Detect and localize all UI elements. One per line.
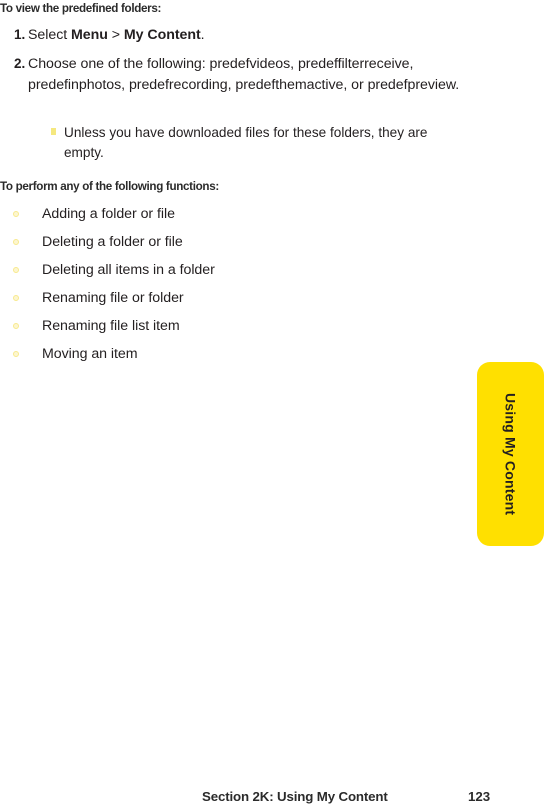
- document-page: To view the predefined folders: 1. Selec…: [0, 0, 544, 810]
- function-bullet-list: Adding a folder or file Deleting a folde…: [0, 200, 330, 368]
- list-item: Deleting all items in a folder: [0, 256, 330, 284]
- step-emphasis-my-content: My Content: [123, 27, 201, 43]
- step-text-separator: >: [107, 27, 124, 43]
- circle-bullet-icon: [0, 239, 42, 245]
- note-square-bullet-icon: [42, 123, 64, 143]
- list-item: Deleting a folder or file: [0, 228, 330, 256]
- step-text-end: .: [200, 27, 205, 43]
- note-square-glyph: [51, 127, 56, 135]
- circle-bullet-glyph: [13, 211, 19, 217]
- circle-bullet-icon: [0, 211, 42, 217]
- ordered-step-1: 1. Select Menu > My Content.: [0, 25, 470, 46]
- circle-bullet-glyph: [13, 351, 19, 357]
- section-side-tab: Using My Content: [477, 362, 544, 546]
- step-emphasis-menu: Menu: [71, 27, 108, 43]
- section-side-tab-label: Using My Content: [502, 392, 519, 516]
- step-text-part: Select: [28, 27, 72, 43]
- list-item-label: Moving an item: [42, 346, 138, 362]
- circle-bullet-glyph: [13, 295, 19, 301]
- circle-bullet-icon: [0, 295, 42, 301]
- list-item-label: Deleting all items in a folder: [42, 262, 215, 278]
- step-subnote: Unless you have downloaded files for the…: [42, 123, 462, 162]
- heading-perform-functions: To perform any of the following function…: [0, 179, 219, 193]
- step-text: Choose one of the following: predefvideo…: [28, 56, 460, 93]
- step-text: Select Menu > My Content.: [28, 25, 470, 46]
- list-item: Adding a folder or file: [0, 200, 330, 228]
- list-item: Moving an item: [0, 340, 330, 368]
- list-item: Renaming file list item: [0, 312, 330, 340]
- circle-bullet-icon: [0, 267, 42, 273]
- circle-bullet-glyph: [13, 239, 19, 245]
- step-number: 2.: [14, 56, 26, 71]
- footer-page-number: 123: [468, 789, 491, 804]
- list-item-label: Renaming file list item: [42, 318, 180, 334]
- footer-section-title: Section 2K: Using My Content: [202, 789, 388, 804]
- circle-bullet-icon: [0, 323, 42, 329]
- subnote-text: Unless you have downloaded files for the…: [64, 125, 428, 160]
- list-item-label: Adding a folder or file: [42, 206, 175, 222]
- list-item-label: Renaming file or folder: [42, 290, 184, 306]
- step-number: 1.: [14, 27, 26, 42]
- heading-view-predefined-folders: To view the predefined folders:: [0, 1, 162, 15]
- circle-bullet-icon: [0, 351, 42, 357]
- circle-bullet-glyph: [13, 267, 19, 273]
- circle-bullet-glyph: [13, 323, 19, 329]
- list-item-label: Deleting a folder or file: [42, 234, 183, 250]
- list-item: Renaming file or folder: [0, 284, 330, 312]
- page-footer: Section 2K: Using My Content 123: [0, 788, 544, 810]
- ordered-step-2: 2. Choose one of the following: predefvi…: [0, 54, 462, 95]
